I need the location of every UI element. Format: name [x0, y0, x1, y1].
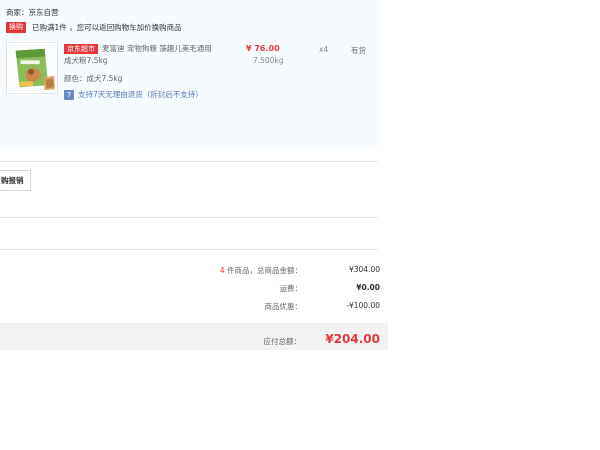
promo-text: 已购满1件 ，您可以返回购物车加价换购商品: [32, 23, 182, 32]
divider: [0, 161, 378, 162]
payable-label: 应付总额：: [263, 337, 302, 346]
shipping-label: 运费：: [279, 284, 303, 293]
dog-food-bag-icon: [7, 43, 57, 93]
jd-supermarket-tag: 京东超市: [64, 44, 98, 54]
product-quantity: x4: [319, 45, 329, 54]
product-price: ¥ 76.00: [246, 44, 280, 53]
divider: [0, 249, 378, 250]
return-policy-row[interactable]: 7 支持7天无理由退货（拆封后不支持）: [64, 89, 203, 100]
order-item-panel: 商家：京东自营 换购 已购满1件 ，您可以返回购物车加价换购商品 京东超市 麦富迪…: [0, 0, 378, 148]
divider: [0, 217, 378, 218]
seller-label: 商家：京东自营: [6, 8, 59, 17]
shipping-value: ¥0.00: [356, 283, 380, 292]
product-image[interactable]: [6, 42, 58, 94]
goods-total-text: 件商品，总商品金额：: [224, 266, 302, 275]
product-color: 颜色：成犬7.5kg: [64, 74, 123, 83]
goods-total-value: ¥304.00: [348, 265, 380, 274]
product-weight: 7.500kg: [253, 56, 284, 65]
return-badge-icon: 7: [64, 89, 74, 100]
goods-total-label: 4 件商品，总商品金额：: [220, 265, 302, 276]
stock-status: 有货: [351, 46, 366, 55]
promo-row: 换购 已购满1件 ，您可以返回购物车加价换购商品: [6, 22, 182, 33]
product-title-block[interactable]: 京东超市 麦富迪 宠物狗粮 藻趣儿美毛通用成犬粮7.5kg: [64, 43, 214, 67]
promo-tag: 换购: [6, 22, 26, 33]
invoice-reimburse-button[interactable]: 购报销: [0, 170, 31, 191]
discount-value: -¥100.00: [346, 301, 380, 310]
payable-value: ¥204.00: [325, 332, 380, 346]
discount-label: 商品优惠：: [264, 302, 303, 311]
payable-total-bar: 应付总额： ¥204.00: [0, 323, 388, 350]
return-policy-link[interactable]: 支持7天无理由退货（拆封后不支持）: [78, 89, 203, 100]
